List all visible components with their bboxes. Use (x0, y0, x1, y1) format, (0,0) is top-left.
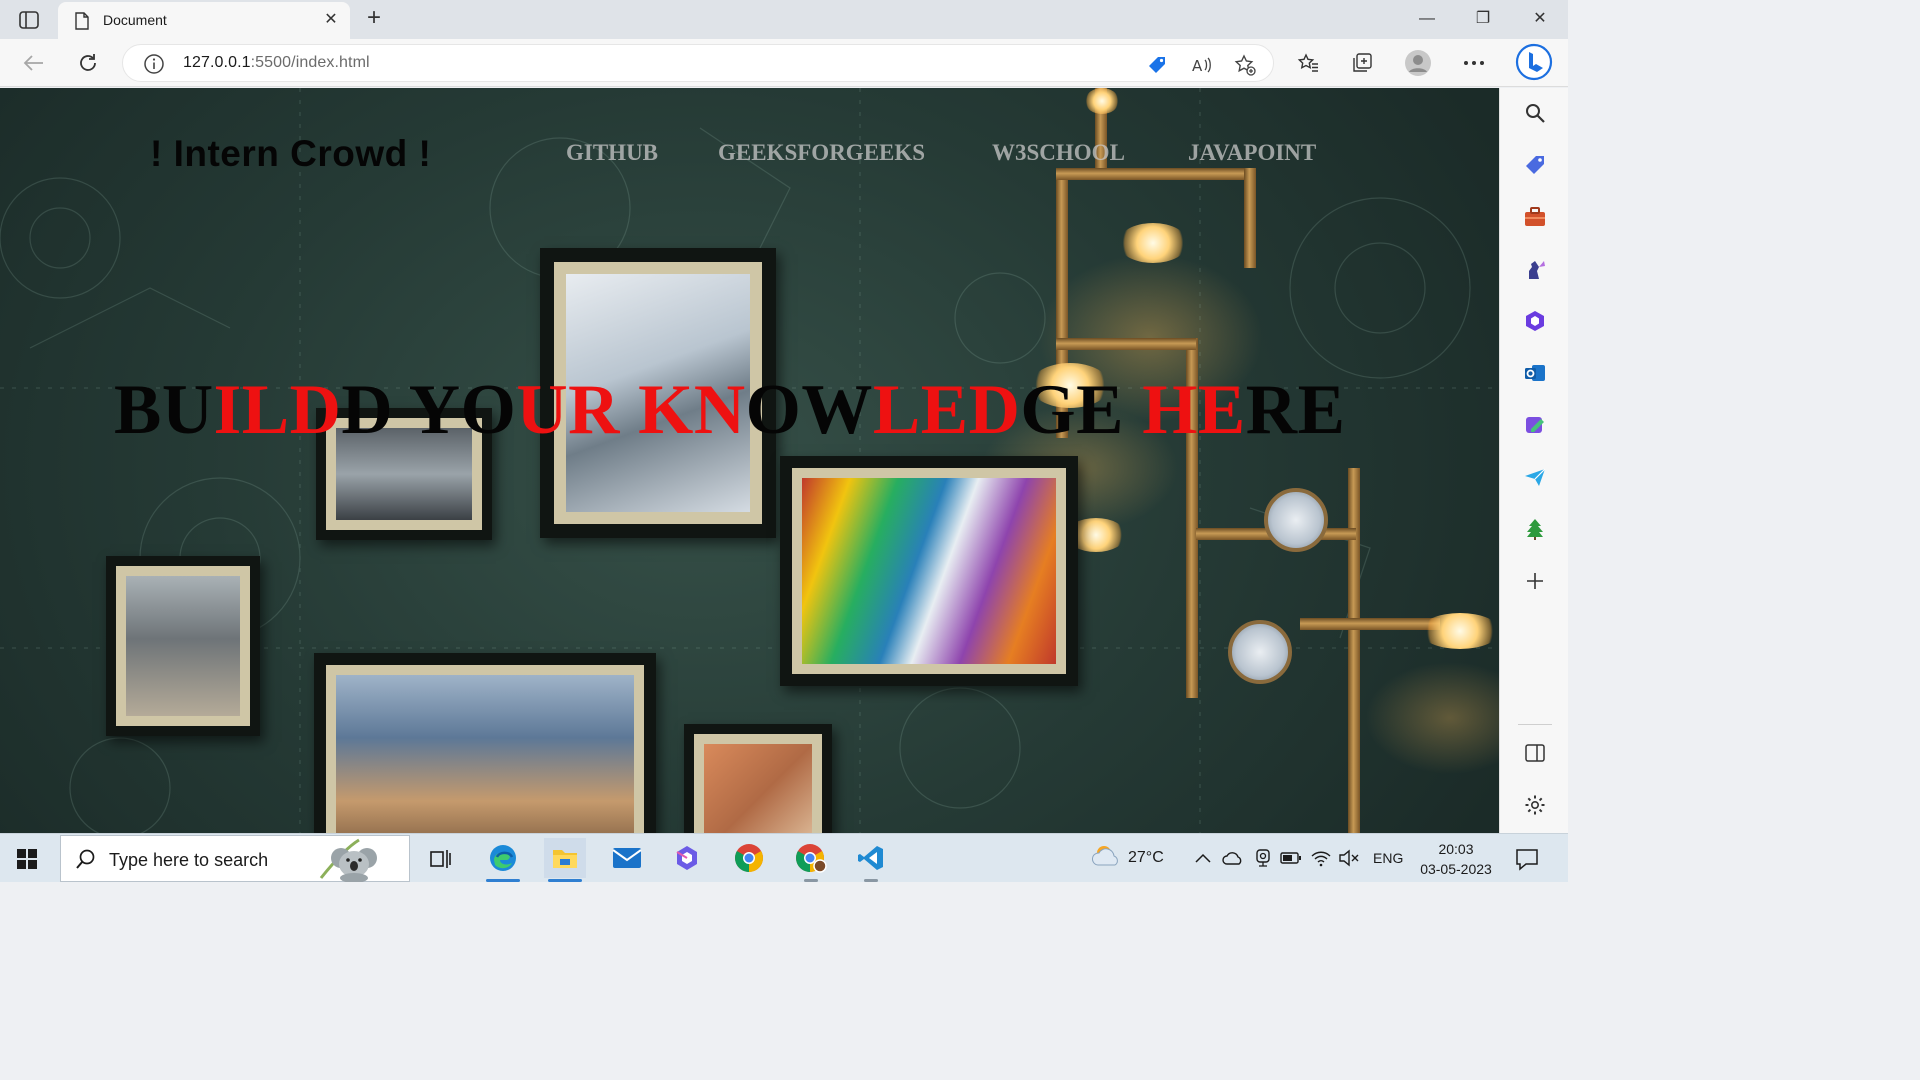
info-icon[interactable] (143, 53, 165, 75)
hero-text-part: YO (393, 371, 517, 449)
search-placeholder: Type here to search (109, 850, 269, 870)
file-explorer-icon[interactable] (544, 838, 586, 882)
hero-text-part: UR KN (516, 371, 746, 449)
nav-link-javapoint[interactable]: JAVAPOINT (1188, 140, 1316, 166)
pipe (1244, 168, 1256, 268)
tab-actions-icon[interactable] (10, 7, 48, 33)
volume-muted-icon[interactable] (1338, 847, 1360, 869)
browser-toolbar: 127.0.0.1:5500/index.html A (0, 39, 1568, 87)
search-icon (76, 849, 95, 869)
page-viewport: ! Intern Crowd ! GITHUB GEEKSFORGEEKS W3… (0, 88, 1499, 833)
collections-icon[interactable] (1348, 49, 1376, 77)
tab-title: Document (103, 12, 167, 28)
onedrive-icon[interactable] (1222, 847, 1244, 869)
windows-start-icon[interactable] (16, 848, 38, 870)
add-favorite-icon[interactable] (1233, 53, 1257, 77)
clock-date: 03-05-2023 (1420, 861, 1492, 877)
taskbar-search[interactable]: Type here to search (60, 835, 410, 882)
lamp-bulb (1085, 88, 1119, 114)
chevron-up-icon[interactable] (1192, 847, 1214, 869)
read-aloud-icon[interactable]: A (1189, 53, 1213, 77)
chrome-icon[interactable] (728, 838, 770, 878)
system-clock[interactable]: 20:03 03-05-2023 (1418, 839, 1494, 879)
clock-time: 20:03 (1438, 841, 1474, 857)
designer-icon[interactable] (1522, 412, 1548, 438)
address-bar[interactable]: 127.0.0.1:5500/index.html A (122, 44, 1274, 82)
refresh-icon[interactable] (74, 49, 102, 77)
browser-tab[interactable]: Document ✕ (58, 2, 350, 39)
hero-text-part: HE (1123, 371, 1246, 449)
lamp-bulb (1420, 613, 1499, 649)
bing-icon[interactable] (1515, 43, 1553, 81)
search-icon[interactable] (1522, 100, 1548, 126)
copilot-icon[interactable] (666, 838, 708, 878)
picture-frame (780, 456, 1078, 686)
pipe (1056, 168, 1256, 180)
hero-text-part: OW (745, 371, 873, 449)
shopping-icon[interactable] (1522, 152, 1548, 178)
tree-icon[interactable] (1522, 516, 1548, 542)
koala-icon (319, 838, 377, 882)
pressure-gauge (1264, 488, 1328, 552)
picture-frame (314, 653, 656, 833)
chrome-profile-icon[interactable] (790, 838, 832, 882)
hero-text-part: ILD (213, 371, 342, 449)
hero-text-part: LED (872, 371, 1021, 449)
pipe (1348, 468, 1360, 833)
lamp-bulb (1118, 223, 1188, 263)
edge-sidebar (1499, 88, 1568, 833)
weather-temperature[interactable]: 27°C (1128, 849, 1164, 867)
nav-link-geeksforgeeks[interactable]: GEEKSFORGEEKS (718, 140, 925, 166)
minimize-button[interactable]: — (1404, 6, 1450, 32)
pressure-gauge (1228, 620, 1292, 684)
sidebar-divider (1518, 724, 1552, 725)
camera-icon[interactable] (1252, 847, 1274, 869)
picture-frame (684, 724, 832, 833)
send-icon[interactable] (1522, 464, 1548, 490)
url-host: 127.0.0.1 (183, 54, 251, 71)
mail-icon[interactable] (606, 838, 648, 878)
outlook-icon[interactable] (1522, 360, 1548, 386)
title-bar: Document ✕ + — ❐ ✕ (0, 0, 1568, 39)
games-icon[interactable] (1522, 256, 1548, 282)
wifi-icon[interactable] (1310, 847, 1332, 869)
weather-icon[interactable] (1090, 843, 1122, 871)
edge-icon[interactable] (482, 838, 524, 882)
hero-text-part: BU (114, 371, 214, 449)
url-path: :5500/index.html (250, 54, 370, 71)
hero-text-part: GE (1020, 371, 1124, 449)
svg-text:A: A (1192, 57, 1203, 75)
close-tab-icon[interactable]: ✕ (322, 11, 340, 29)
new-tab-button[interactable]: + (362, 6, 386, 31)
more-icon[interactable] (1460, 49, 1488, 77)
back-icon[interactable] (20, 49, 48, 77)
split-screen-icon[interactable] (1522, 740, 1548, 766)
input-language[interactable]: ENG (1373, 850, 1403, 866)
coupon-icon[interactable] (1145, 53, 1169, 77)
vscode-icon[interactable] (850, 838, 892, 882)
restore-button[interactable]: ❐ (1460, 6, 1506, 32)
close-window-button[interactable]: ✕ (1517, 6, 1563, 32)
nav-link-github[interactable]: GITHUB (566, 140, 658, 166)
windows-taskbar: Type here to search 27°C ENG 20:03 03-05… (0, 833, 1568, 882)
settings-icon[interactable] (1522, 792, 1548, 818)
pipe (1056, 338, 1196, 350)
notifications-icon[interactable] (1514, 846, 1540, 872)
task-view-icon[interactable] (420, 838, 462, 878)
picture-frame (106, 556, 260, 736)
tools-icon[interactable] (1522, 204, 1548, 230)
url-text[interactable]: 127.0.0.1:5500/index.html (183, 54, 370, 72)
profile-icon[interactable] (1404, 49, 1432, 77)
site-brand: ! Intern Crowd ! (150, 133, 432, 174)
hero-text-part: D (341, 371, 394, 449)
add-icon[interactable] (1522, 568, 1548, 594)
pipe (1300, 618, 1440, 630)
document-icon (75, 12, 89, 30)
office-icon[interactable] (1522, 308, 1548, 334)
nav-link-w3school[interactable]: W3SCHOOL (992, 140, 1125, 166)
hero-heading: BUILDD YOUR KNOWLEDGE HERE (114, 368, 1414, 452)
hero-text-part: RE (1245, 371, 1346, 449)
favorites-icon[interactable] (1294, 49, 1322, 77)
battery-icon[interactable] (1280, 847, 1302, 869)
